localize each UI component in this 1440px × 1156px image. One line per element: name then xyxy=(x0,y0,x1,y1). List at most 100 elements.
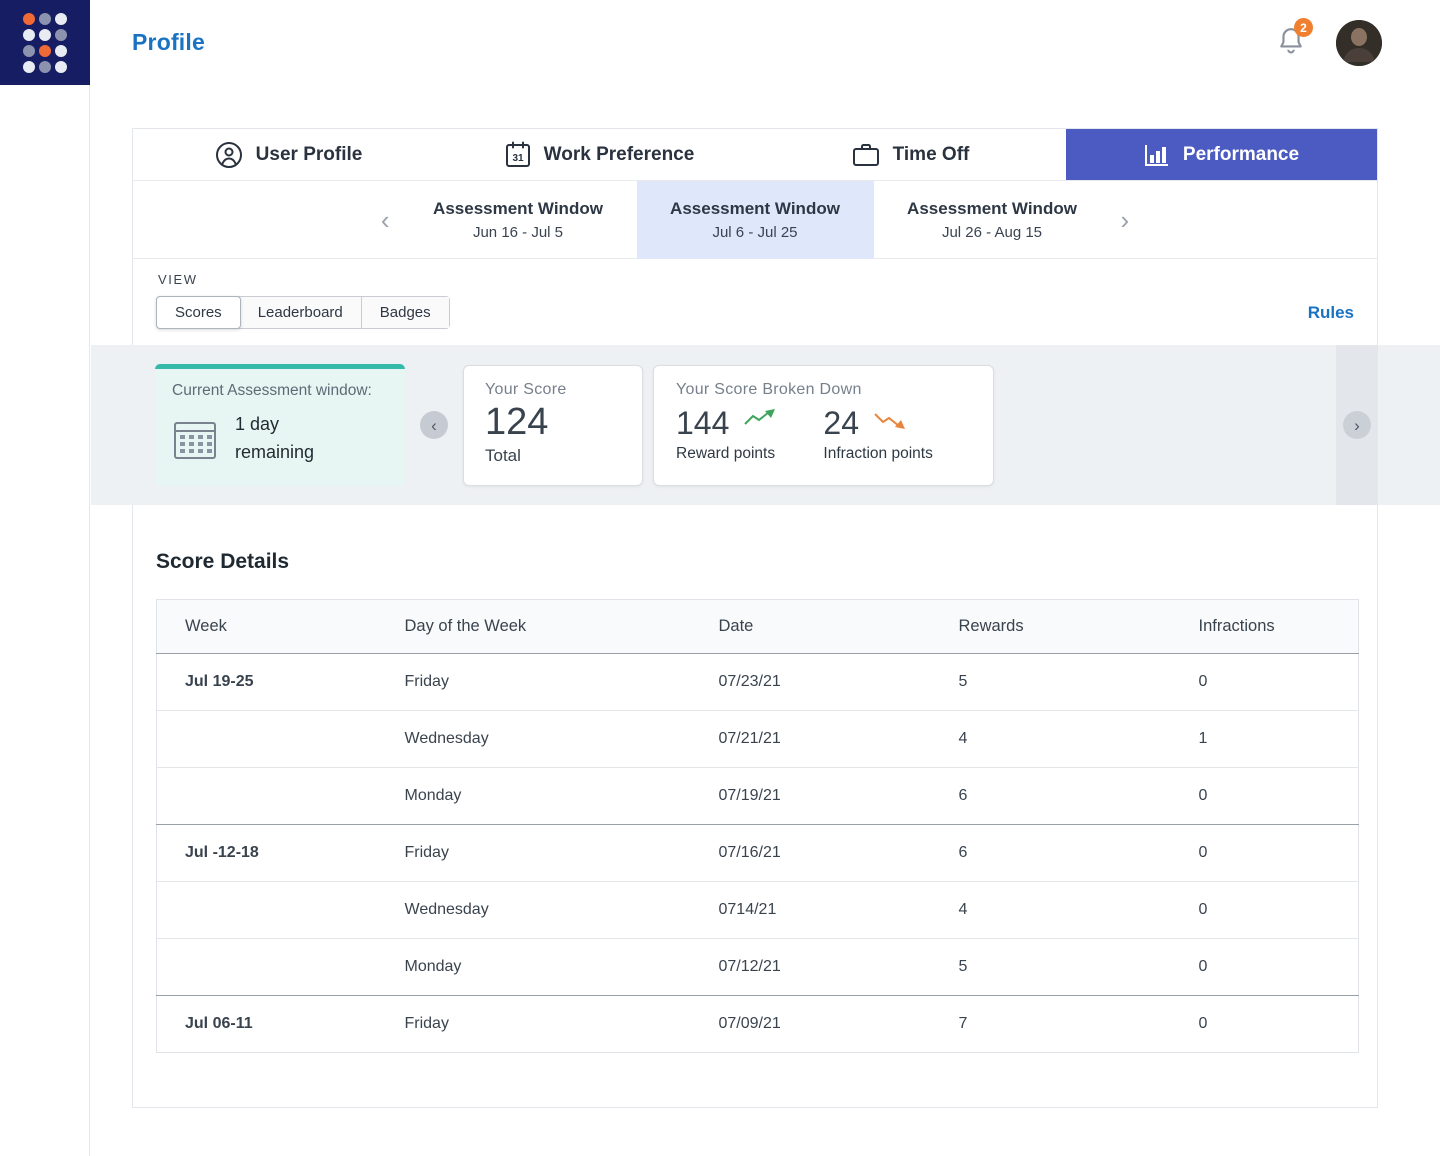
cell-day: Wednesday xyxy=(377,882,691,939)
notifications-button[interactable]: 2 xyxy=(1278,26,1304,59)
cell-date: 07/09/21 xyxy=(691,996,931,1053)
tab-label: Performance xyxy=(1183,144,1299,166)
reward-points-label: Reward points xyxy=(676,445,777,463)
tab-work-preference[interactable]: 31 Work Preference xyxy=(444,129,755,180)
tab-performance[interactable]: Performance xyxy=(1066,129,1377,180)
reward-points-metric: 144 Reward points xyxy=(676,407,777,463)
view-segmented-control: Scores Leaderboard Badges xyxy=(156,296,450,329)
infraction-points-label: Infraction points xyxy=(823,445,932,463)
col-day: Day of the Week xyxy=(377,600,691,654)
trend-down-icon xyxy=(873,409,907,429)
your-score-title: Your Score xyxy=(485,381,621,399)
view-label: VIEW xyxy=(158,272,450,287)
table-row: Jul 19-25 Friday 07/23/21 5 0 xyxy=(157,654,1359,711)
cards-prev-button[interactable]: ‹ xyxy=(420,411,448,439)
app-logo[interactable] xyxy=(0,0,90,85)
tab-label: Work Preference xyxy=(544,144,695,166)
your-score-caption: Total xyxy=(485,446,621,466)
cell-week xyxy=(157,939,377,996)
summary-band: Current Assessment window: 1 day remaini… xyxy=(91,345,1440,505)
cell-infractions: 0 xyxy=(1171,939,1359,996)
window-range: Jun 16 - Jul 5 xyxy=(473,224,563,241)
cards-next-button[interactable]: › xyxy=(1343,411,1371,439)
cell-rewards: 6 xyxy=(931,768,1171,825)
notification-badge: 2 xyxy=(1294,18,1313,37)
col-infractions: Infractions xyxy=(1171,600,1359,654)
assessment-window-jun16[interactable]: Assessment Window Jun 16 - Jul 5 xyxy=(400,181,637,259)
rules-link[interactable]: Rules xyxy=(1308,303,1354,323)
bar-chart-icon xyxy=(1144,143,1170,167)
cell-rewards: 4 xyxy=(931,882,1171,939)
assessment-window-jul26[interactable]: Assessment Window Jul 26 - Aug 15 xyxy=(874,181,1111,259)
cell-date: 0714/21 xyxy=(691,882,931,939)
cell-day: Friday xyxy=(377,654,691,711)
tab-label: Time Off xyxy=(893,144,970,166)
cell-week: Jul -12-18 xyxy=(157,825,377,882)
avatar-photo xyxy=(1336,20,1382,66)
cell-week xyxy=(157,711,377,768)
infraction-points-metric: 24 Infraction points xyxy=(823,407,932,463)
score-details-panel: Score Details Week Day of the Week Date … xyxy=(132,505,1378,1108)
view-option-leaderboard[interactable]: Leaderboard xyxy=(240,297,362,328)
window-title: Assessment Window xyxy=(907,199,1077,219)
main-content: User Profile 31 Work Preference Time Off xyxy=(91,128,1440,1108)
cell-day: Wednesday xyxy=(377,711,691,768)
table-row: Jul 06-11 Friday 07/09/21 7 0 xyxy=(157,996,1359,1053)
cell-rewards: 5 xyxy=(931,654,1171,711)
window-range: Jul 26 - Aug 15 xyxy=(942,224,1042,241)
tab-time-off[interactable]: Time Off xyxy=(755,129,1066,180)
cards-scroll-strip: › xyxy=(1336,345,1378,505)
window-range: Jul 6 - Jul 25 xyxy=(712,224,797,241)
cell-day: Friday xyxy=(377,825,691,882)
sidebar xyxy=(0,85,90,1156)
cell-infractions: 0 xyxy=(1171,996,1359,1053)
score-details-title: Score Details xyxy=(156,550,1354,574)
current-window-title: Current Assessment window: xyxy=(172,382,388,400)
profile-panel: User Profile 31 Work Preference Time Off xyxy=(132,128,1378,345)
table-row: Wednesday 07/21/21 4 1 xyxy=(157,711,1359,768)
score-details-table: Week Day of the Week Date Rewards Infrac… xyxy=(156,599,1359,1053)
table-row: Jul -12-18 Friday 07/16/21 6 0 xyxy=(157,825,1359,882)
your-score-value: 124 xyxy=(485,401,621,445)
tab-label: User Profile xyxy=(256,144,363,166)
table-row: Monday 07/12/21 5 0 xyxy=(157,939,1359,996)
trend-up-icon xyxy=(743,409,777,429)
user-avatar[interactable] xyxy=(1336,20,1382,66)
col-week: Week xyxy=(157,600,377,654)
cell-date: 07/16/21 xyxy=(691,825,931,882)
cell-date: 07/19/21 xyxy=(691,768,931,825)
col-date: Date xyxy=(691,600,931,654)
cell-infractions: 0 xyxy=(1171,882,1359,939)
profile-tabs: User Profile 31 Work Preference Time Off xyxy=(133,129,1377,181)
cell-infractions: 0 xyxy=(1171,825,1359,882)
view-option-badges[interactable]: Badges xyxy=(362,297,449,328)
table-row: Wednesday 0714/21 4 0 xyxy=(157,882,1359,939)
table-row: Monday 07/19/21 6 0 xyxy=(157,768,1359,825)
cell-date: 07/12/21 xyxy=(691,939,931,996)
tab-user-profile[interactable]: User Profile xyxy=(133,129,444,180)
cell-infractions: 1 xyxy=(1171,711,1359,768)
current-window-card: Current Assessment window: 1 day remaini… xyxy=(155,364,405,486)
page-title: Profile xyxy=(132,29,205,56)
cell-day: Monday xyxy=(377,768,691,825)
view-option-scores[interactable]: Scores xyxy=(156,296,241,329)
assessment-window-jul6[interactable]: Assessment Window Jul 6 - Jul 25 xyxy=(637,181,874,259)
user-circle-icon xyxy=(215,141,243,169)
cell-rewards: 6 xyxy=(931,825,1171,882)
cell-week: Jul 19-25 xyxy=(157,654,377,711)
infraction-points-value: 24 xyxy=(823,407,859,439)
next-window-button[interactable]: › xyxy=(1111,207,1140,233)
window-title: Assessment Window xyxy=(433,199,603,219)
cell-day: Friday xyxy=(377,996,691,1053)
cell-week xyxy=(157,882,377,939)
days-remaining: 1 day remaining xyxy=(235,411,350,467)
view-controls: VIEW Scores Leaderboard Badges Rules xyxy=(133,259,1377,345)
cell-rewards: 5 xyxy=(931,939,1171,996)
prev-window-button[interactable]: ‹ xyxy=(371,207,400,233)
cell-week: Jul 06-11 xyxy=(157,996,377,1053)
cell-rewards: 7 xyxy=(931,996,1171,1053)
svg-text:31: 31 xyxy=(512,153,524,164)
dots-grid-logo-icon xyxy=(23,13,67,73)
cell-infractions: 0 xyxy=(1171,768,1359,825)
your-score-card: Your Score 124 Total xyxy=(463,365,643,486)
